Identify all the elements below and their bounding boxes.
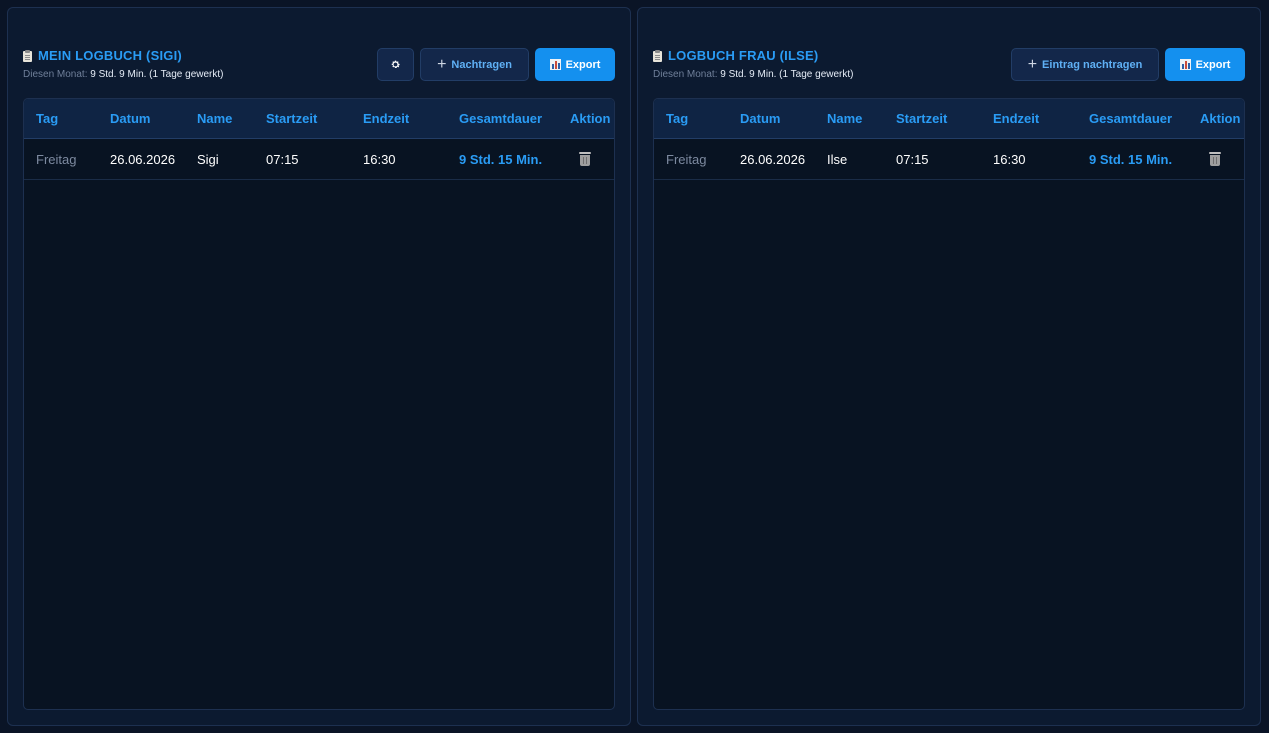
table-header: Tag Datum Name Startzeit Endzeit Gesamtd… (24, 99, 614, 139)
trash-icon[interactable] (1209, 152, 1221, 166)
add-entry-button[interactable]: + Eintrag nachtragen (1011, 48, 1159, 81)
column-header-name: Name (827, 111, 863, 126)
table-header: Tag Datum Name Startzeit Endzeit Gesamtd… (654, 99, 1244, 139)
cell-gesamtdauer: 9 Std. 15 Min. (459, 152, 543, 167)
month-summary-label: Diesen Monat: (653, 69, 718, 80)
column-header-tag: Tag (666, 111, 689, 126)
add-entry-label: Nachtragen (451, 58, 512, 71)
cell-startzeit: 07:15 (896, 152, 929, 167)
title-row: MEIN LOGBUCH (SIGI) (23, 48, 182, 63)
panel-title: LOGBUCH FRAU (ILSE) (668, 48, 819, 63)
cell-tag: Freitag (36, 152, 77, 167)
bar-chart-icon (549, 59, 561, 70)
panel-header: LOGBUCH FRAU (ILSE) Diesen Monat: 9 Std.… (653, 48, 1245, 84)
plus-icon: + (1027, 55, 1038, 73)
column-header-datum: Datum (110, 111, 151, 126)
column-header-endzeit: Endzeit (993, 111, 1040, 126)
cell-name: Ilse (827, 152, 848, 167)
panel-header: MEIN LOGBUCH (SIGI) Diesen Monat: 9 Std.… (23, 48, 615, 84)
month-summary: Diesen Monat: 9 Std. 9 Min. (1 Tage gewe… (23, 69, 223, 80)
column-header-startzeit: Startzeit (266, 111, 318, 126)
export-label: Export (565, 58, 601, 71)
export-button[interactable]: Export (535, 48, 615, 81)
log-table: Tag Datum Name Startzeit Endzeit Gesamtd… (23, 98, 615, 710)
month-summary-value: 9 Std. 9 Min. (1 Tage gewerkt) (90, 69, 224, 80)
column-header-gesamtdauer: Gesamtdauer (459, 111, 543, 126)
column-header-name: Name (197, 111, 233, 126)
clipboard-icon (653, 49, 662, 62)
month-summary-value: 9 Std. 9 Min. (1 Tage gewerkt) (720, 69, 854, 80)
cell-tag: Freitag (666, 152, 707, 167)
settings-button[interactable] (377, 48, 414, 81)
bar-chart-icon (1179, 59, 1191, 70)
gear-icon (391, 60, 400, 69)
cell-datum: 26.06.2026 (740, 152, 806, 167)
export-button[interactable]: Export (1165, 48, 1245, 81)
column-header-startzeit: Startzeit (896, 111, 948, 126)
export-label: Export (1195, 58, 1231, 71)
panel-title: MEIN LOGBUCH (SIGI) (38, 48, 182, 63)
logbook-panel-ilse: LOGBUCH FRAU (ILSE) Diesen Monat: 9 Std.… (637, 7, 1261, 726)
table-row: Freitag 26.06.2026 Ilse 07:15 16:30 9 St… (654, 139, 1244, 180)
add-entry-label: Eintrag nachtragen (1042, 58, 1143, 71)
column-header-aktion: Aktion (1200, 111, 1241, 126)
logbook-panel-sigi: MEIN LOGBUCH (SIGI) Diesen Monat: 9 Std.… (7, 7, 631, 726)
header-buttons: + Nachtragen Export (377, 48, 615, 81)
cell-startzeit: 07:15 (266, 152, 299, 167)
cell-endzeit: 16:30 (363, 152, 396, 167)
column-header-aktion: Aktion (570, 111, 611, 126)
column-header-tag: Tag (36, 111, 59, 126)
title-row: LOGBUCH FRAU (ILSE) (653, 48, 818, 63)
month-summary: Diesen Monat: 9 Std. 9 Min. (1 Tage gewe… (653, 69, 853, 80)
month-summary-label: Diesen Monat: (23, 69, 88, 80)
column-header-endzeit: Endzeit (363, 111, 410, 126)
trash-icon[interactable] (579, 152, 591, 166)
plus-icon: + (437, 55, 447, 73)
cell-datum: 26.06.2026 (110, 152, 176, 167)
cell-gesamtdauer: 9 Std. 15 Min. (1089, 152, 1173, 167)
column-header-datum: Datum (740, 111, 781, 126)
cell-endzeit: 16:30 (993, 152, 1026, 167)
cell-name: Sigi (197, 152, 219, 167)
column-header-gesamtdauer: Gesamtdauer (1089, 111, 1173, 126)
table-row: Freitag 26.06.2026 Sigi 07:15 16:30 9 St… (24, 139, 614, 180)
clipboard-icon (23, 49, 32, 62)
header-buttons: + Eintrag nachtragen Export (1011, 48, 1245, 81)
log-table: Tag Datum Name Startzeit Endzeit Gesamtd… (653, 98, 1245, 710)
add-entry-button[interactable]: + Nachtragen (420, 48, 529, 81)
